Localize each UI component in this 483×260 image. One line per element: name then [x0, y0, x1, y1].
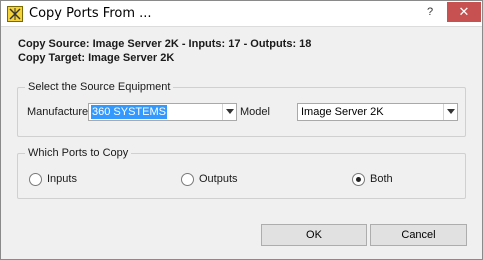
chevron-down-icon[interactable]	[443, 104, 457, 120]
radio-outputs-circle[interactable]	[181, 173, 194, 186]
ports-to-copy-group-title: Which Ports to Copy	[25, 147, 132, 159]
radio-both-circle[interactable]	[352, 173, 365, 186]
ports-to-copy-group: Which Ports to Copy Inputs Outputs Both	[17, 147, 466, 199]
source-equipment-group-title: Select the Source Equipment	[25, 81, 174, 93]
app-logo-icon	[7, 6, 23, 22]
copy-source-text: Copy Source: Image Server 2K - Inputs: 1…	[18, 38, 312, 50]
manufacturer-value: 360 SYSTEMS	[91, 105, 167, 119]
model-value: Image Server 2K	[301, 106, 384, 118]
window-title: Copy Ports From ...	[29, 6, 152, 21]
model-label: Model	[240, 106, 270, 118]
manufacturer-label: Manufacturer	[27, 106, 92, 118]
radio-inputs-circle[interactable]	[29, 173, 42, 186]
radio-both-label: Both	[370, 173, 393, 185]
ok-button[interactable]: OK	[261, 224, 367, 246]
model-select[interactable]: Image Server 2K	[297, 103, 458, 121]
radio-both-selected-dot	[356, 177, 361, 182]
close-icon: ✕	[458, 4, 470, 19]
help-button[interactable]: ?	[421, 6, 439, 22]
manufacturer-select[interactable]: 360 SYSTEMS	[88, 103, 237, 121]
copy-target-text: Copy Target: Image Server 2K	[18, 52, 175, 64]
radio-outputs-label: Outputs	[199, 173, 238, 185]
chevron-down-icon[interactable]	[222, 104, 236, 120]
close-button[interactable]: ✕	[447, 2, 481, 22]
dialog-window: Copy Ports From ... ? ✕ Copy Source: Ima…	[0, 0, 483, 260]
radio-inputs-label: Inputs	[47, 173, 77, 185]
source-equipment-group: Select the Source Equipment Manufacturer…	[17, 81, 466, 137]
title-bar[interactable]: Copy Ports From ... ? ✕	[1, 1, 482, 27]
cancel-button[interactable]: Cancel	[370, 224, 467, 246]
